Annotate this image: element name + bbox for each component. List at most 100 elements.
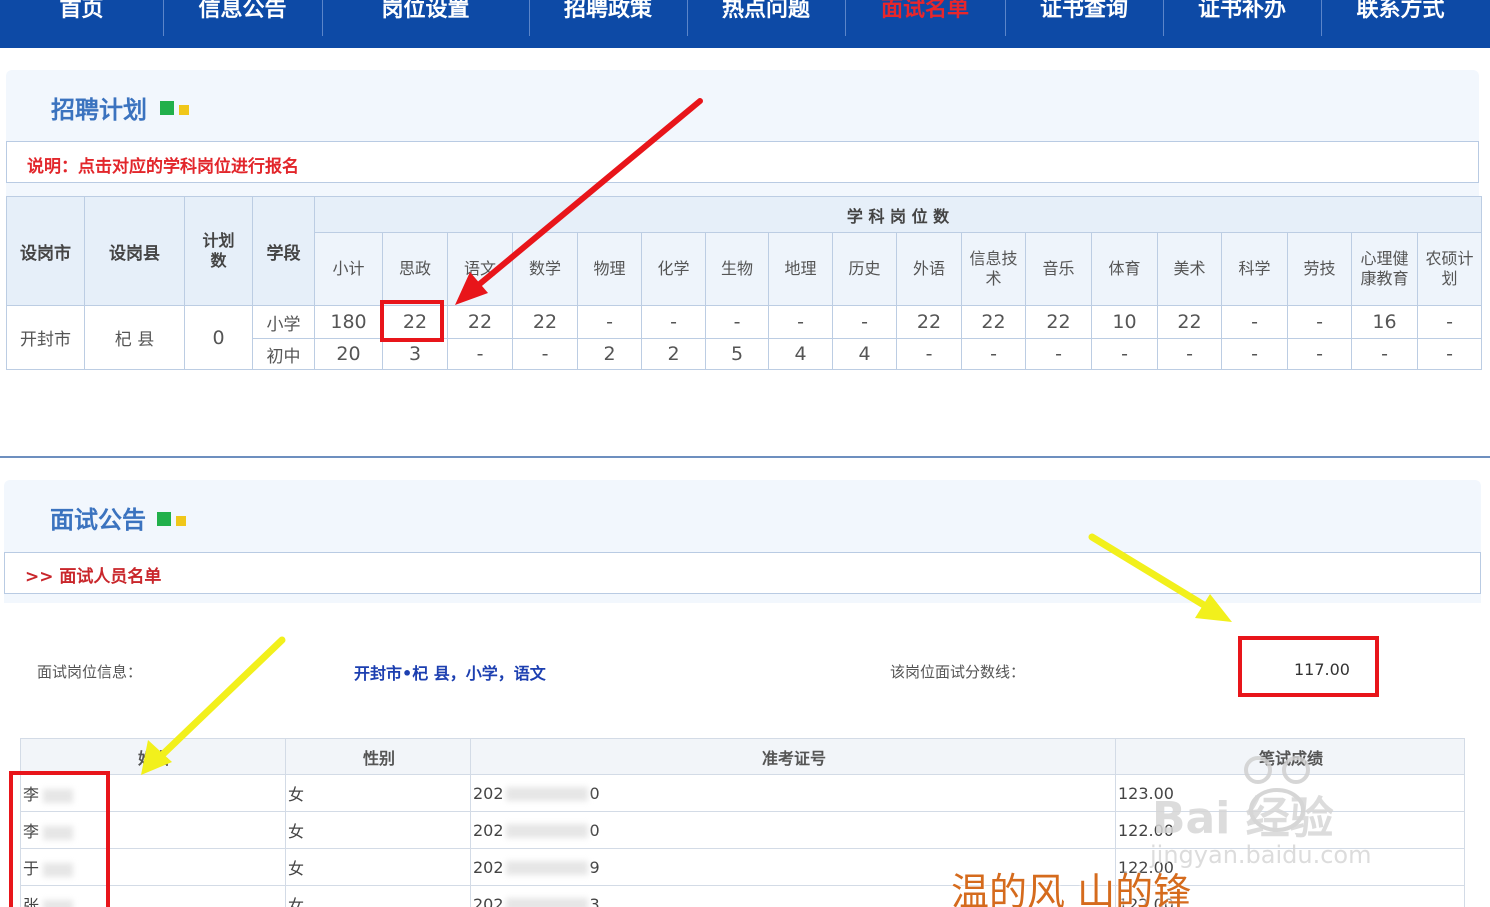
candidate-gender: 女 xyxy=(288,822,305,841)
nav-item-label: 联系方式 xyxy=(1356,0,1445,22)
nav-item-3[interactable]: 招聘政策 xyxy=(529,0,687,48)
cell-gender: 女 xyxy=(285,848,471,886)
nav-separator xyxy=(529,0,530,36)
id-prefix: 202 xyxy=(473,857,504,877)
nav-item-label: 证书补办 xyxy=(1197,0,1286,22)
subject-header-12: 体育 xyxy=(1091,232,1158,306)
cell-subject-count[interactable]: 16 xyxy=(1351,305,1418,339)
nav-separator xyxy=(1005,0,1006,36)
subject-header-5: 化学 xyxy=(641,232,706,306)
cell-subject-count: - xyxy=(512,338,578,370)
cell-subject-count[interactable]: 22 xyxy=(447,305,513,339)
nav-item-2[interactable]: 岗位设置 xyxy=(322,0,529,48)
cell-subject-count[interactable]: 3 xyxy=(382,338,448,370)
nav-item-7[interactable]: 证书补办 xyxy=(1163,0,1321,48)
cell-subject-count: - xyxy=(1287,305,1352,339)
cell-subject-count: - xyxy=(1091,338,1158,370)
subject-header-10: 信息技术 xyxy=(961,232,1026,306)
table-row: 张女 202 3 122.00 xyxy=(20,885,1465,907)
nav-item-1[interactable]: 信息公告 xyxy=(163,0,322,48)
subject-header-3: 数学 xyxy=(512,232,578,306)
cell-stage: 初中 xyxy=(252,338,315,370)
cell-subject-count: - xyxy=(1416,305,1483,339)
candidate-gender: 女 xyxy=(288,896,305,907)
cell-subject-count[interactable]: 4 xyxy=(832,338,897,370)
interview-list-link[interactable]: >> 面试人员名单 xyxy=(25,562,161,587)
nav-item-4[interactable]: 热点问题 xyxy=(687,0,845,48)
cell-subject-count[interactable]: 4 xyxy=(768,338,833,370)
col-plan-count-header: 计划数 xyxy=(184,196,253,306)
watermark-brand: Bai 经验 xyxy=(1152,793,1334,844)
nav-separator xyxy=(163,0,164,36)
cell-subject-count: - xyxy=(1416,338,1483,370)
title-decor-icon xyxy=(179,105,189,115)
caption-text: 温的风 山的锋 xyxy=(951,870,1192,907)
redaction-blur xyxy=(505,824,588,838)
cell-subject-count[interactable]: 22 xyxy=(512,305,578,339)
id-suffix: 0 xyxy=(589,783,600,803)
cell-subject-count[interactable]: 22 xyxy=(1157,305,1222,339)
cell-subject-count[interactable]: 22 xyxy=(896,305,962,339)
cell-subject-count: - xyxy=(577,305,642,339)
plan-note: 说明：点击对应的学科岗位进行报名 xyxy=(27,157,299,177)
title-decor-icon xyxy=(160,101,174,115)
redaction-blur xyxy=(505,787,588,801)
highlight-box-cutoff xyxy=(1238,636,1379,697)
cell-subject-count: - xyxy=(1351,338,1418,370)
cell-subject-count[interactable]: 2 xyxy=(641,338,706,370)
interview-subheading-bar xyxy=(4,552,1481,594)
cell-subject-count[interactable]: 22 xyxy=(1025,305,1092,339)
plan-title: 招聘计划 xyxy=(51,95,147,124)
nav-item-label: 首页 xyxy=(59,0,104,22)
cell-exam-id: 202 0 xyxy=(470,811,1116,849)
subject-header-16: 心理健康教育 xyxy=(1351,232,1418,306)
candidate-gender: 女 xyxy=(288,859,305,878)
cell-subject-count[interactable]: 5 xyxy=(705,338,769,370)
candidate-gender: 女 xyxy=(288,785,305,804)
nav-separator xyxy=(1321,0,1322,36)
nav-item-label: 招聘政策 xyxy=(563,0,652,22)
cell-subject-count: - xyxy=(1221,338,1288,370)
cell-subject-count: - xyxy=(961,338,1026,370)
cell-subject-count: - xyxy=(1157,338,1222,370)
id-suffix: 9 xyxy=(589,857,600,877)
list-header-2: 准考证号 xyxy=(470,738,1116,775)
subject-header-15: 劳技 xyxy=(1287,232,1352,306)
cell-subject-count[interactable]: 22 xyxy=(961,305,1026,339)
col-county-header: 设岗县 xyxy=(84,196,185,306)
cell-subject-count[interactable]: 10 xyxy=(1091,305,1158,339)
subject-header-14: 科学 xyxy=(1221,232,1288,306)
nav-item-label: 热点问题 xyxy=(721,0,810,22)
cell-city: 开封市 xyxy=(6,305,85,370)
subject-header-9: 外语 xyxy=(896,232,962,306)
cell-subject-count: - xyxy=(1221,305,1288,339)
cell-subject-count[interactable]: 2 xyxy=(577,338,642,370)
subject-header-17: 农硕计划 xyxy=(1416,232,1483,306)
nav-separator xyxy=(845,0,846,36)
subject-header-7: 地理 xyxy=(768,232,833,306)
nav-item-8[interactable]: 联系方式 xyxy=(1321,0,1480,48)
cell-county: 杞 县 xyxy=(84,305,185,370)
cell-subject-count: - xyxy=(832,305,897,339)
cell-exam-id: 202 0 xyxy=(470,774,1116,812)
title-decor-icon xyxy=(176,516,186,526)
nav-item-6[interactable]: 证书查询 xyxy=(1005,0,1163,48)
nav-item-0[interactable]: 首页 xyxy=(0,0,163,48)
cell-gender: 女 xyxy=(285,885,471,907)
highlight-box-names xyxy=(9,771,110,907)
list-header-0: 姓名 xyxy=(20,738,286,775)
list-header-1: 性别 xyxy=(285,738,471,775)
position-info-label: 面试岗位信息： xyxy=(37,663,143,681)
title-decor-icon xyxy=(157,512,171,526)
section-divider xyxy=(0,456,1490,458)
top-nav: 首页 信息公告 岗位设置 招聘政策 热点问题 面试名单 证书查询 证书补办 联系方式 xyxy=(0,0,1490,48)
col-stage-header: 学段 xyxy=(252,196,315,306)
nav-item-label: 面试名单 xyxy=(880,0,969,22)
nav-item-5[interactable]: 面试名单 xyxy=(845,0,1005,48)
subject-header-11: 音乐 xyxy=(1025,232,1092,306)
cell-gender: 女 xyxy=(285,774,471,812)
cell-gender: 女 xyxy=(285,811,471,849)
cell-plan-count: 0 xyxy=(184,305,253,370)
subject-header-2: 语文 xyxy=(447,232,513,306)
id-prefix: 202 xyxy=(473,783,504,803)
